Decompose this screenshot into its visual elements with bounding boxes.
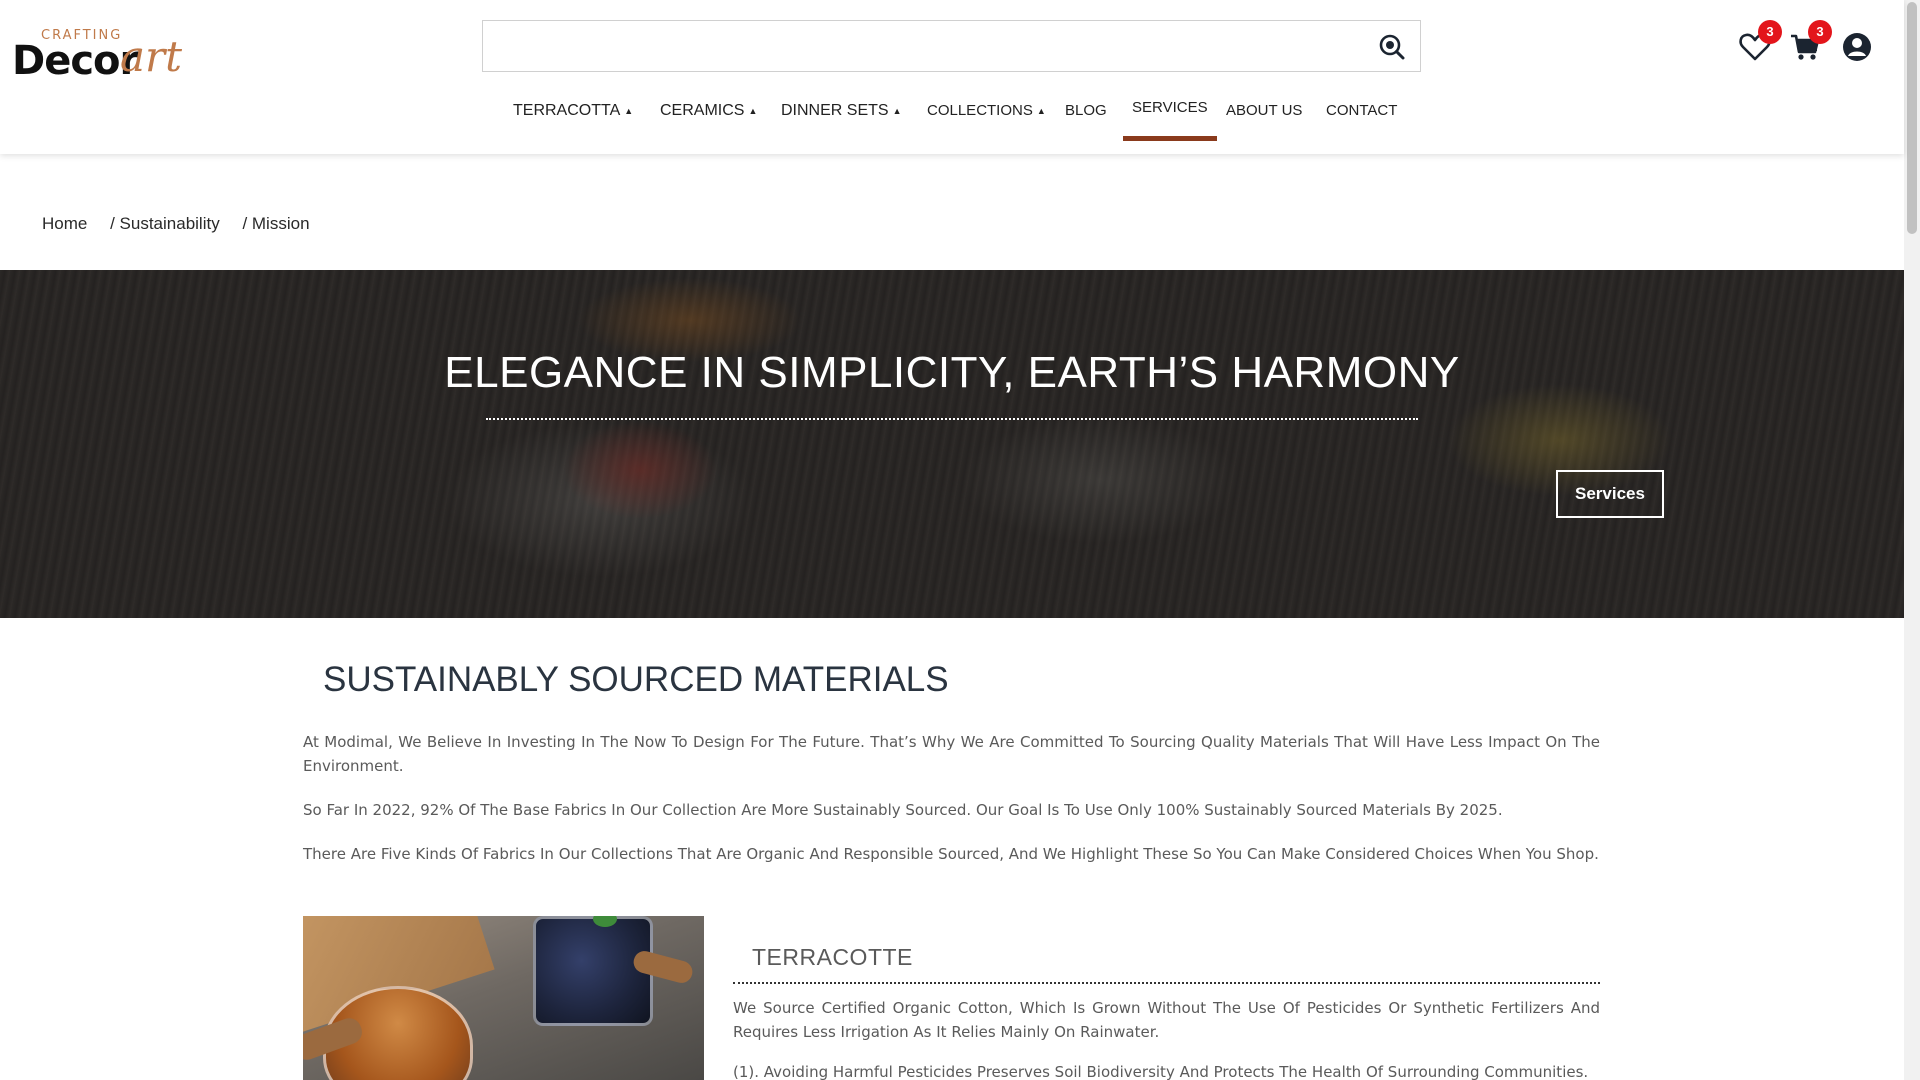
nav-item-label: ABOUT US bbox=[1226, 102, 1303, 119]
nav-item-dinner-sets[interactable]: DINNER SETS ▲ bbox=[781, 96, 902, 146]
nav-item-label: TERRACOTTA bbox=[513, 102, 621, 120]
logo[interactable]: CRAFTING Decor art bbox=[12, 24, 192, 84]
search-icon[interactable] bbox=[1378, 33, 1406, 61]
main-nav: TERRACOTTA ▲ CERAMICS ▲ DINNER SETS ▲ COLLE… bbox=[0, 96, 1904, 146]
user-icon bbox=[1843, 33, 1871, 61]
caret-up-icon: ▲ bbox=[624, 106, 634, 116]
nav-item-label: BLOG bbox=[1065, 102, 1107, 119]
breadcrumb-home[interactable]: Home bbox=[42, 214, 87, 233]
caret-up-icon: ▲ bbox=[892, 106, 902, 116]
nav-item-label: COLLECTIONS bbox=[927, 102, 1033, 119]
cart-button[interactable]: 3 bbox=[1788, 20, 1832, 64]
nav-item-label: CERAMICS bbox=[660, 102, 745, 120]
caret-up-icon: ▲ bbox=[1036, 106, 1046, 117]
account-button[interactable] bbox=[1840, 30, 1874, 64]
terracotte-image bbox=[303, 916, 704, 1080]
breadcrumb-mission[interactable]: / Mission bbox=[242, 214, 309, 233]
nav-item-blog[interactable]: BLOG bbox=[1065, 96, 1107, 146]
hero-overlay bbox=[0, 270, 1904, 618]
cart-count-badge: 3 bbox=[1808, 20, 1832, 44]
feature-title: TERRACOTTE bbox=[752, 944, 913, 970]
caret-up-icon: ▲ bbox=[748, 106, 758, 116]
scrollbar-thumb[interactable] bbox=[1907, 2, 1917, 234]
nav-item-terracotta[interactable]: TERRACOTTA ▲ bbox=[513, 96, 633, 146]
services-button[interactable]: Services bbox=[1556, 470, 1664, 518]
page-scrollbar[interactable] bbox=[1904, 0, 1920, 1080]
logo-script: art bbox=[120, 32, 182, 81]
nav-item-contact[interactable]: CONTACT bbox=[1326, 96, 1397, 146]
wishlist-button[interactable]: 3 bbox=[1738, 20, 1782, 64]
nav-item-label: CONTACT bbox=[1326, 102, 1398, 119]
search-input[interactable] bbox=[483, 21, 1363, 71]
nav-item-label: SERVICES bbox=[1132, 99, 1208, 116]
intro-paragraph: At Modimal, We Believe In Investing In T… bbox=[303, 733, 1600, 775]
goal-paragraph: So Far In 2022, 92% Of The Base Fabrics … bbox=[303, 801, 1503, 819]
nav-item-services[interactable]: SERVICES bbox=[1123, 93, 1217, 141]
nav-item-label: DINNER SETS bbox=[781, 102, 889, 120]
hero-divider bbox=[486, 418, 1418, 420]
hero-banner: ELEGANCE IN SIMPLICITY, EARTH’S HARMONY … bbox=[0, 270, 1904, 618]
hero-title: ELEGANCE IN SIMPLICITY, EARTH’S HARMONY bbox=[444, 348, 1460, 397]
feature-divider bbox=[733, 982, 1600, 984]
nav-item-collections[interactable]: COLLECTIONS ▲ bbox=[927, 96, 1046, 146]
wishlist-count-badge: 3 bbox=[1758, 20, 1782, 44]
nav-item-about-us[interactable]: ABOUT US bbox=[1226, 96, 1302, 146]
feature-point: (1). Avoiding Harmful Pesticides Preserv… bbox=[733, 1063, 1589, 1080]
breadcrumb-sustainability[interactable]: / Sustainability bbox=[110, 214, 220, 233]
search-bar bbox=[482, 20, 1421, 72]
feature-paragraph: We Source Certified Organic Cotton, Whic… bbox=[733, 999, 1600, 1041]
nav-item-ceramics[interactable]: CERAMICS ▲ bbox=[660, 96, 757, 146]
fabrics-paragraph: There Are Five Kinds Of Fabrics In Our C… bbox=[303, 845, 1599, 863]
section-title: SUSTAINABLY SOURCED MATERIALS bbox=[323, 660, 949, 699]
breadcrumb: Home / Sustainability / Mission bbox=[42, 214, 328, 234]
site-header: CRAFTING Decor art 3 3 TERRACOTTA ▲ CERA… bbox=[0, 0, 1904, 154]
